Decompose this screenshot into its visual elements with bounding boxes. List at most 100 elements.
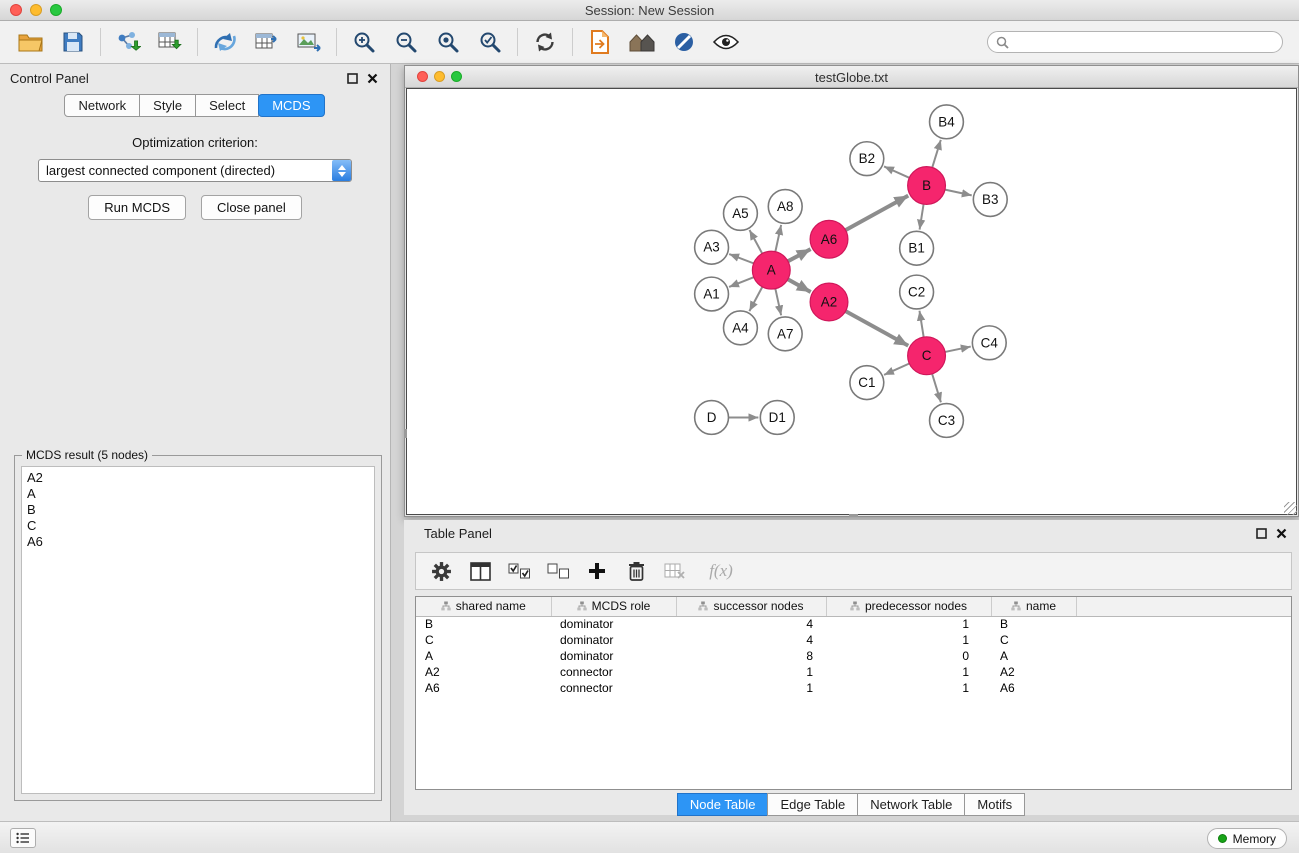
export-image-button[interactable]	[288, 24, 330, 60]
tab-select[interactable]: Select	[195, 94, 259, 117]
edge-A-A7[interactable]	[775, 289, 781, 316]
edge-A-A5[interactable]	[749, 230, 762, 253]
node-A[interactable]: A	[752, 251, 790, 289]
node-B1[interactable]: B1	[900, 231, 934, 265]
overview-button[interactable]	[621, 24, 663, 60]
close-panel-button-bottom[interactable]: Close panel	[201, 195, 302, 220]
node-A1[interactable]: A1	[695, 277, 729, 311]
edge-C-C4[interactable]	[945, 347, 971, 352]
edge-A-A8[interactable]	[775, 225, 781, 252]
function-builder-button[interactable]: f(x)	[699, 556, 743, 586]
column-header-name[interactable]: name	[991, 597, 1076, 616]
node-A6[interactable]: A6	[810, 220, 848, 258]
edge-B-B1[interactable]	[920, 204, 924, 229]
edge-B-B3[interactable]	[945, 190, 972, 196]
table-row[interactable]: A2connector11A2	[416, 664, 1291, 680]
import-table-button[interactable]	[149, 24, 191, 60]
node-A7[interactable]: A7	[768, 317, 802, 351]
zoom-out-button[interactable]	[385, 24, 427, 60]
table-row[interactable]: Bdominator41B	[416, 616, 1291, 632]
show-all-button[interactable]	[705, 24, 747, 60]
search-box[interactable]	[987, 31, 1283, 53]
tab-network[interactable]: Network	[64, 94, 140, 117]
open-session-button[interactable]	[10, 24, 52, 60]
close-table-panel-button[interactable]	[1273, 525, 1289, 541]
tab-network-table[interactable]: Network Table	[857, 793, 965, 816]
mcds-result-item[interactable]: B	[27, 502, 369, 518]
edge-A6-B[interactable]	[846, 196, 909, 231]
zoom-selected-button[interactable]	[469, 24, 511, 60]
node-C3[interactable]: C3	[930, 404, 964, 438]
node-D1[interactable]: D1	[760, 401, 794, 435]
edge-A-A1[interactable]	[729, 277, 754, 287]
memory-button[interactable]: Memory	[1207, 828, 1287, 849]
tab-style[interactable]: Style	[139, 94, 196, 117]
column-header-MCDS-role[interactable]: MCDS role	[551, 597, 676, 616]
column-header-successor-nodes[interactable]: successor nodes	[676, 597, 826, 616]
network-from-selection-button[interactable]	[579, 24, 621, 60]
edge-C-C3[interactable]	[932, 374, 941, 402]
network-graph[interactable]: A A1 A2 A3 A4 A5 A6 A7 A8 B B1 B2 B3 B4 C C1 C2 C3 C4 D D1	[407, 89, 1296, 514]
add-button[interactable]	[582, 556, 612, 586]
mcds-result-item[interactable]: A	[27, 486, 369, 502]
network-view-titlebar[interactable]: testGlobe.txt	[405, 66, 1298, 88]
edge-C-C1[interactable]	[884, 364, 909, 375]
zoom-fit-button[interactable]	[427, 24, 469, 60]
node-A2[interactable]: A2	[810, 283, 848, 321]
hide-selected-button[interactable]	[663, 24, 705, 60]
node-A8[interactable]: A8	[768, 190, 802, 224]
float-panel-button[interactable]	[344, 70, 360, 86]
refresh-button[interactable]	[524, 24, 566, 60]
table-row[interactable]: Cdominator41C	[416, 632, 1291, 648]
delete-button[interactable]	[621, 556, 651, 586]
mcds-result-item[interactable]: C	[27, 518, 369, 534]
export-table-button[interactable]	[246, 24, 288, 60]
node-C1[interactable]: C1	[850, 366, 884, 400]
edge-C-C2[interactable]	[919, 311, 923, 337]
show-columns-button[interactable]	[465, 556, 495, 586]
import-network-button[interactable]	[107, 24, 149, 60]
export-network-button[interactable]	[204, 24, 246, 60]
node-A4[interactable]: A4	[724, 311, 758, 345]
edge-A-A2[interactable]	[788, 279, 811, 292]
edge-A2-C[interactable]	[846, 311, 909, 346]
node-C2[interactable]: C2	[900, 275, 934, 309]
tab-mcds[interactable]: MCDS	[258, 94, 324, 117]
zoom-in-button[interactable]	[343, 24, 385, 60]
node-A3[interactable]: A3	[695, 230, 729, 264]
task-history-button[interactable]	[10, 828, 36, 848]
frame-resize-grip[interactable]	[1284, 502, 1297, 515]
edge-A-A4[interactable]	[749, 287, 762, 311]
table-settings-button[interactable]	[426, 556, 456, 586]
column-header-shared-name[interactable]: shared name	[416, 597, 551, 616]
network-canvas[interactable]: A A1 A2 A3 A4 A5 A6 A7 A8 B B1 B2 B3 B4 C C1 C2 C3 C4 D D1	[406, 88, 1297, 515]
mcds-result-list[interactable]: A2ABCA6	[21, 466, 375, 794]
close-panel-button[interactable]	[364, 70, 380, 86]
node-D[interactable]: D	[695, 401, 729, 435]
select-all-button[interactable]	[504, 556, 534, 586]
edge-A-A6[interactable]	[788, 249, 811, 261]
edge-A-A3[interactable]	[729, 254, 753, 263]
optimization-criterion-dropdown[interactable]: largest connected component (directed)	[38, 159, 352, 182]
node-A5[interactable]: A5	[724, 196, 758, 230]
mcds-result-item[interactable]: A2	[27, 470, 369, 486]
table-row[interactable]: A6connector11A6	[416, 680, 1291, 696]
run-mcds-button[interactable]: Run MCDS	[88, 195, 186, 220]
search-input[interactable]	[1014, 35, 1274, 49]
node-B2[interactable]: B2	[850, 142, 884, 176]
edge-B-B4[interactable]	[932, 140, 941, 168]
float-table-panel-button[interactable]	[1253, 525, 1269, 541]
tab-edge-table[interactable]: Edge Table	[767, 793, 858, 816]
edge-B-B2[interactable]	[884, 166, 909, 177]
mcds-result-item[interactable]: A6	[27, 534, 369, 550]
node-C[interactable]: C	[908, 337, 946, 375]
node-B[interactable]: B	[908, 167, 946, 205]
column-header-predecessor-nodes[interactable]: predecessor nodes	[826, 597, 991, 616]
node-C4[interactable]: C4	[972, 326, 1006, 360]
tab-node-table[interactable]: Node Table	[677, 793, 769, 816]
tab-motifs[interactable]: Motifs	[964, 793, 1025, 816]
table-row[interactable]: Adominator80A	[416, 648, 1291, 664]
frame-resize-handle-bottom[interactable]	[849, 514, 858, 517]
node-B3[interactable]: B3	[973, 183, 1007, 217]
node-B4[interactable]: B4	[930, 105, 964, 139]
